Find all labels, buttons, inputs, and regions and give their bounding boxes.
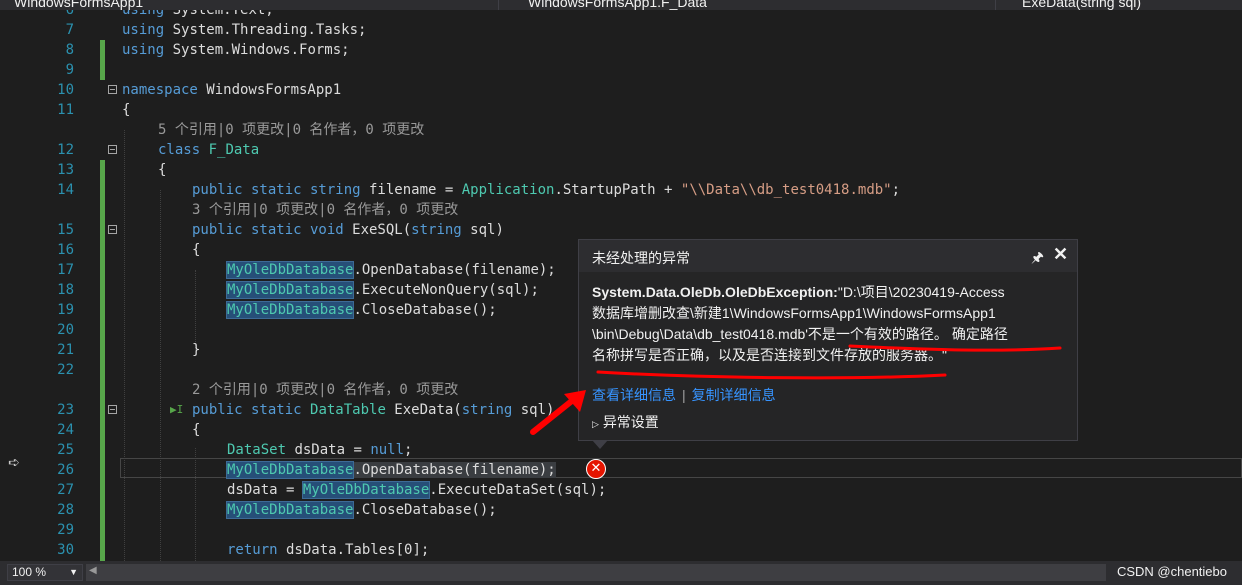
red-underline — [848, 344, 1062, 352]
horizontal-scrollbar[interactable]: ◀ — [86, 564, 1106, 581]
scroll-left-icon[interactable]: ◀ — [89, 565, 97, 576]
watermark: CSDN @chentiebo — [1116, 564, 1227, 579]
red-underline — [596, 370, 947, 380]
zoom-value: 100 % — [12, 565, 47, 579]
zoom-dropdown[interactable]: 100 % ▼ — [7, 564, 83, 581]
status-bar: 100 % ▼ ◀ CSDN @chentiebo — [0, 561, 1242, 585]
annotation-overlay — [530, 344, 1062, 435]
chevron-down-icon: ▼ — [69, 567, 78, 577]
